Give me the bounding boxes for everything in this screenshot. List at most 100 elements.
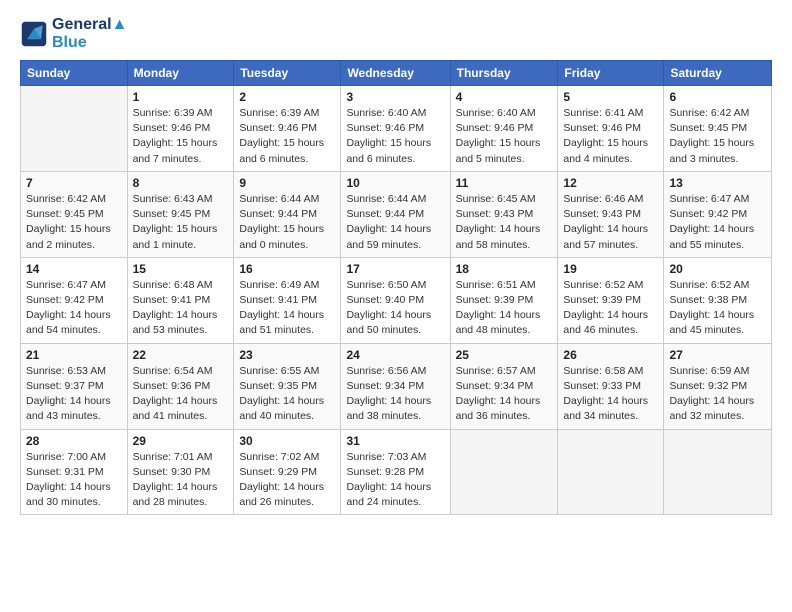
day-info: Sunrise: 6:42 AMSunset: 9:45 PMDaylight:… <box>669 106 766 167</box>
calendar-day-cell: 18 Sunrise: 6:51 AMSunset: 9:39 PMDayligh… <box>450 257 558 343</box>
calendar-day-cell: 16 Sunrise: 6:49 AMSunset: 9:41 PMDayligh… <box>234 257 341 343</box>
day-number: 22 <box>133 348 229 362</box>
logo: General▲ Blue <box>20 16 127 52</box>
day-info: Sunrise: 6:54 AMSunset: 9:36 PMDaylight:… <box>133 364 229 425</box>
logo-icon <box>20 20 48 48</box>
day-info: Sunrise: 6:44 AMSunset: 9:44 PMDaylight:… <box>239 192 335 253</box>
day-info: Sunrise: 6:53 AMSunset: 9:37 PMDaylight:… <box>26 364 122 425</box>
day-number: 20 <box>669 262 766 276</box>
calendar-day-cell: 1 Sunrise: 6:39 AMSunset: 9:46 PMDaylight… <box>127 86 234 172</box>
page-header: General▲ Blue <box>20 16 772 52</box>
calendar-day-cell: 9 Sunrise: 6:44 AMSunset: 9:44 PMDaylight… <box>234 171 341 257</box>
day-number: 25 <box>456 348 553 362</box>
day-number: 4 <box>456 90 553 104</box>
day-number: 17 <box>346 262 444 276</box>
weekday-header: Sunday <box>21 61 128 86</box>
calendar-day-cell: 11 Sunrise: 6:45 AMSunset: 9:43 PMDayligh… <box>450 171 558 257</box>
day-number: 3 <box>346 90 444 104</box>
day-number: 28 <box>26 434 122 448</box>
day-number: 6 <box>669 90 766 104</box>
day-number: 12 <box>563 176 658 190</box>
calendar-week-row: 7Sunrise: 6:42 AMSunset: 9:45 PMDaylight… <box>21 171 772 257</box>
weekday-header: Tuesday <box>234 61 341 86</box>
weekday-header: Thursday <box>450 61 558 86</box>
calendar-day-cell: 7Sunrise: 6:42 AMSunset: 9:45 PMDaylight… <box>21 171 128 257</box>
day-info: Sunrise: 6:40 AMSunset: 9:46 PMDaylight:… <box>346 106 444 167</box>
calendar-day-cell: 29Sunrise: 7:01 AMSunset: 9:30 PMDayligh… <box>127 429 234 515</box>
calendar-day-cell: 3 Sunrise: 6:40 AMSunset: 9:46 PMDaylight… <box>341 86 450 172</box>
calendar-day-cell: 4 Sunrise: 6:40 AMSunset: 9:46 PMDaylight… <box>450 86 558 172</box>
day-info: Sunrise: 6:51 AMSunset: 9:39 PMDaylight:… <box>456 278 553 339</box>
day-number: 19 <box>563 262 658 276</box>
calendar-table: SundayMondayTuesdayWednesdayThursdayFrid… <box>20 60 772 515</box>
day-info: Sunrise: 6:58 AMSunset: 9:33 PMDaylight:… <box>563 364 658 425</box>
day-number: 2 <box>239 90 335 104</box>
logo-text: General▲ Blue <box>52 16 127 52</box>
calendar-day-cell: 27 Sunrise: 6:59 AMSunset: 9:32 PMDayligh… <box>664 343 772 429</box>
day-number: 18 <box>456 262 553 276</box>
day-number: 24 <box>346 348 444 362</box>
calendar-day-cell: 20 Sunrise: 6:52 AMSunset: 9:38 PMDayligh… <box>664 257 772 343</box>
weekday-header: Saturday <box>664 61 772 86</box>
weekday-header-row: SundayMondayTuesdayWednesdayThursdayFrid… <box>21 61 772 86</box>
day-number: 21 <box>26 348 122 362</box>
calendar-day-cell: 25 Sunrise: 6:57 AMSunset: 9:34 PMDayligh… <box>450 343 558 429</box>
calendar-week-row: 28 Sunrise: 7:00 AMSunset: 9:31 PMDayligh… <box>21 429 772 515</box>
day-info: Sunrise: 6:46 AMSunset: 9:43 PMDaylight:… <box>563 192 658 253</box>
day-info: Sunrise: 6:39 AMSunset: 9:46 PMDaylight:… <box>133 106 229 167</box>
calendar-day-cell: 12 Sunrise: 6:46 AMSunset: 9:43 PMDayligh… <box>558 171 664 257</box>
day-info: Sunrise: 7:01 AMSunset: 9:30 PMDaylight:… <box>133 450 229 511</box>
weekday-header: Monday <box>127 61 234 86</box>
day-number: 30 <box>239 434 335 448</box>
day-info: Sunrise: 6:40 AMSunset: 9:46 PMDaylight:… <box>456 106 553 167</box>
calendar-day-cell: 26Sunrise: 6:58 AMSunset: 9:33 PMDayligh… <box>558 343 664 429</box>
day-number: 9 <box>239 176 335 190</box>
calendar-week-row: 14Sunrise: 6:47 AMSunset: 9:42 PMDayligh… <box>21 257 772 343</box>
day-number: 31 <box>346 434 444 448</box>
calendar-day-cell <box>21 86 128 172</box>
day-info: Sunrise: 6:50 AMSunset: 9:40 PMDaylight:… <box>346 278 444 339</box>
day-info: Sunrise: 6:43 AMSunset: 9:45 PMDaylight:… <box>133 192 229 253</box>
calendar-day-cell: 2 Sunrise: 6:39 AMSunset: 9:46 PMDaylight… <box>234 86 341 172</box>
calendar-day-cell <box>558 429 664 515</box>
calendar-day-cell: 17 Sunrise: 6:50 AMSunset: 9:40 PMDayligh… <box>341 257 450 343</box>
day-info: Sunrise: 6:57 AMSunset: 9:34 PMDaylight:… <box>456 364 553 425</box>
weekday-header: Wednesday <box>341 61 450 86</box>
calendar-day-cell: 24 Sunrise: 6:56 AMSunset: 9:34 PMDayligh… <box>341 343 450 429</box>
day-number: 27 <box>669 348 766 362</box>
day-info: Sunrise: 6:56 AMSunset: 9:34 PMDaylight:… <box>346 364 444 425</box>
day-info: Sunrise: 7:02 AMSunset: 9:29 PMDaylight:… <box>239 450 335 511</box>
calendar-day-cell: 8Sunrise: 6:43 AMSunset: 9:45 PMDaylight… <box>127 171 234 257</box>
day-number: 23 <box>239 348 335 362</box>
day-number: 16 <box>239 262 335 276</box>
day-number: 14 <box>26 262 122 276</box>
day-info: Sunrise: 6:49 AMSunset: 9:41 PMDaylight:… <box>239 278 335 339</box>
day-info: Sunrise: 6:45 AMSunset: 9:43 PMDaylight:… <box>456 192 553 253</box>
calendar-day-cell: 15Sunrise: 6:48 AMSunset: 9:41 PMDayligh… <box>127 257 234 343</box>
calendar-day-cell: 13Sunrise: 6:47 AMSunset: 9:42 PMDayligh… <box>664 171 772 257</box>
calendar-day-cell: 21 Sunrise: 6:53 AMSunset: 9:37 PMDayligh… <box>21 343 128 429</box>
day-number: 11 <box>456 176 553 190</box>
day-info: Sunrise: 6:59 AMSunset: 9:32 PMDaylight:… <box>669 364 766 425</box>
day-info: Sunrise: 7:03 AMSunset: 9:28 PMDaylight:… <box>346 450 444 511</box>
calendar-day-cell: 22 Sunrise: 6:54 AMSunset: 9:36 PMDayligh… <box>127 343 234 429</box>
calendar-day-cell: 19Sunrise: 6:52 AMSunset: 9:39 PMDayligh… <box>558 257 664 343</box>
calendar-day-cell <box>664 429 772 515</box>
day-info: Sunrise: 6:52 AMSunset: 9:38 PMDaylight:… <box>669 278 766 339</box>
calendar-day-cell <box>450 429 558 515</box>
day-number: 5 <box>563 90 658 104</box>
day-info: Sunrise: 7:00 AMSunset: 9:31 PMDaylight:… <box>26 450 122 511</box>
day-info: Sunrise: 6:55 AMSunset: 9:35 PMDaylight:… <box>239 364 335 425</box>
day-number: 10 <box>346 176 444 190</box>
day-info: Sunrise: 6:39 AMSunset: 9:46 PMDaylight:… <box>239 106 335 167</box>
day-info: Sunrise: 6:47 AMSunset: 9:42 PMDaylight:… <box>669 192 766 253</box>
calendar-day-cell: 6 Sunrise: 6:42 AMSunset: 9:45 PMDaylight… <box>664 86 772 172</box>
day-info: Sunrise: 6:42 AMSunset: 9:45 PMDaylight:… <box>26 192 122 253</box>
calendar-day-cell: 30 Sunrise: 7:02 AMSunset: 9:29 PMDayligh… <box>234 429 341 515</box>
weekday-header: Friday <box>558 61 664 86</box>
calendar-week-row: 1 Sunrise: 6:39 AMSunset: 9:46 PMDaylight… <box>21 86 772 172</box>
calendar-day-cell: 28 Sunrise: 7:00 AMSunset: 9:31 PMDayligh… <box>21 429 128 515</box>
day-number: 1 <box>133 90 229 104</box>
calendar-day-cell: 14Sunrise: 6:47 AMSunset: 9:42 PMDayligh… <box>21 257 128 343</box>
day-info: Sunrise: 6:41 AMSunset: 9:46 PMDaylight:… <box>563 106 658 167</box>
